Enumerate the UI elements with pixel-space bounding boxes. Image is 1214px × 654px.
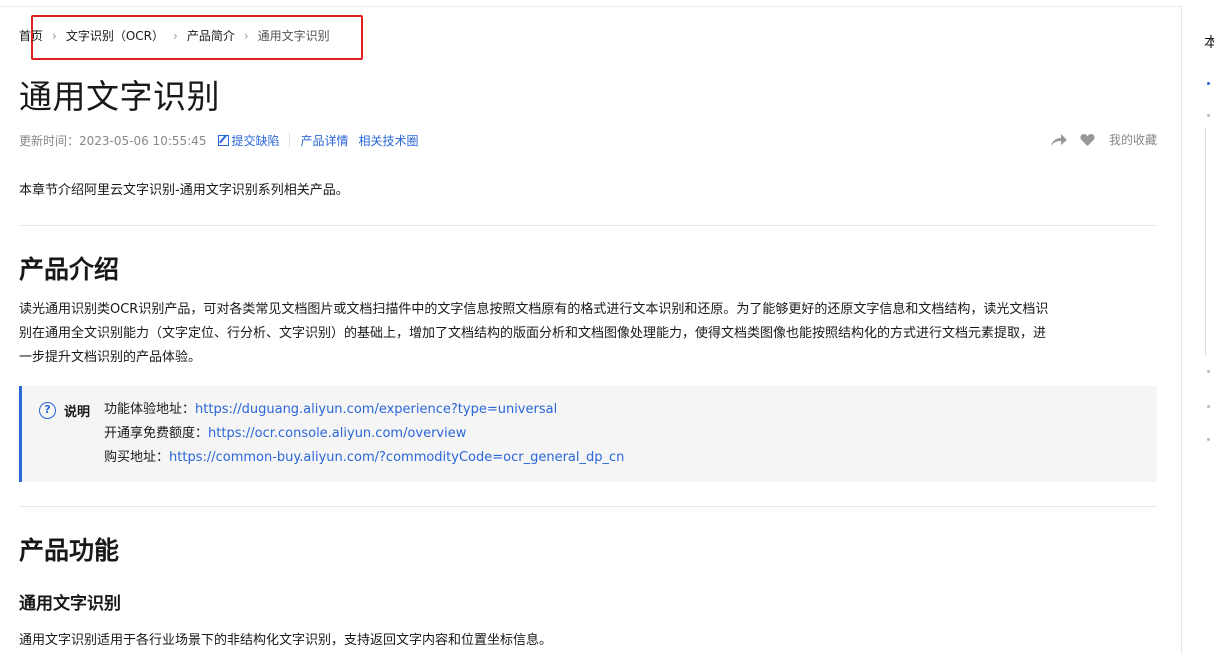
breadcrumb-current[interactable]: 通用文字识别 [258, 27, 330, 44]
breadcrumb: 首页 › 文字识别（OCR） › 产品简介 › 通用文字识别 [19, 27, 330, 44]
breadcrumb-product-intro[interactable]: 产品简介 [187, 27, 235, 44]
toc-item-dot[interactable] [1207, 82, 1210, 85]
breadcrumb-ocr[interactable]: 文字识别（OCR） [66, 27, 164, 44]
intro-text: 本章节介绍阿里云文字识别-通用文字识别系列相关产品。 [19, 183, 349, 198]
note-row: 功能体验地址：https://duguang.aliyun.com/experi… [104, 398, 624, 422]
doc-meta-bar: 更新时间：2023-05-06 10:55:45 提交缺陷 产品详情 相关技术圈… [19, 131, 1157, 149]
toc-sidebar: 本 [1190, 0, 1214, 654]
product-detail-link[interactable]: 产品详情 [300, 132, 348, 149]
note-box: ? 说明 功能体验地址：https://duguang.aliyun.com/e… [19, 386, 1157, 482]
paragraph-line: 一步提升文档识别的产品体验。 [19, 350, 202, 365]
note-key: 购买地址： [104, 450, 170, 465]
breadcrumb-separator: › [173, 28, 178, 43]
doc-actions: 我的收藏 [1050, 131, 1157, 148]
section-divider [19, 506, 1157, 507]
subsection-text: 通用文字识别适用于各行业场景下的非结构化文字识别，支持返回文字内容和位置坐标信息… [19, 633, 553, 648]
toc-item-dot[interactable] [1207, 405, 1210, 408]
meta-divider [289, 133, 291, 147]
note-row: 购买地址：https://common-buy.aliyun.com/?comm… [104, 446, 624, 470]
paragraph-line: 读光通用识别类OCR识别产品，可对各类常见文档图片或文档扫描件中的文字信息按照文… [19, 302, 1049, 317]
toc-track [1205, 128, 1206, 356]
note-key: 开通享免费额度： [104, 426, 209, 441]
updated-time: 更新时间：2023-05-06 10:55:45 [19, 133, 207, 148]
breadcrumb-separator: › [52, 28, 57, 43]
note-link-experience[interactable]: https://duguang.aliyun.com/experience?ty… [195, 402, 557, 417]
heart-icon[interactable] [1080, 133, 1095, 147]
section-heading-intro: 产品介绍 [19, 255, 120, 284]
note-key: 功能体验地址： [104, 402, 196, 417]
section-divider [19, 225, 1157, 226]
note-row: 开通享免费额度：https://ocr.console.aliyun.com/o… [104, 422, 624, 446]
tech-circle-link[interactable]: 相关技术圈 [358, 132, 418, 149]
share-icon[interactable] [1050, 133, 1068, 147]
submit-bug-link[interactable]: 提交缺陷 [231, 132, 279, 149]
question-icon: ? [39, 402, 56, 419]
breadcrumb-separator: › [243, 28, 249, 43]
product-intro-paragraph: 读光通用识别类OCR识别产品，可对各类常见文档图片或文档扫描件中的文字信息按照文… [19, 298, 1159, 370]
paragraph-line: 别在通用全文识别能力（文字定位、行分析、文字识别）的基础上，增加了文档结构的版面… [19, 326, 1047, 341]
toc-divider [1181, 6, 1182, 654]
note-link-buy[interactable]: https://common-buy.aliyun.com/?commodity… [169, 450, 624, 465]
toc-title: 本 [1204, 35, 1214, 51]
top-border [0, 6, 1182, 7]
toc-item-dot[interactable] [1207, 114, 1210, 117]
edit-icon[interactable] [218, 134, 230, 146]
toc-item-dot[interactable] [1207, 438, 1210, 441]
page-title: 通用文字识别 [19, 77, 220, 116]
breadcrumb-home[interactable]: 首页 [19, 27, 43, 44]
note-rows: 功能体验地址：https://duguang.aliyun.com/experi… [104, 398, 624, 470]
note-link-console[interactable]: https://ocr.console.aliyun.com/overview [208, 426, 466, 441]
note-label: 说明 [64, 405, 91, 420]
favorites-link[interactable]: 我的收藏 [1109, 131, 1157, 148]
subsection-heading: 通用文字识别 [19, 594, 121, 614]
section-heading-features: 产品功能 [19, 536, 120, 565]
toc-item-dot[interactable] [1207, 370, 1210, 373]
